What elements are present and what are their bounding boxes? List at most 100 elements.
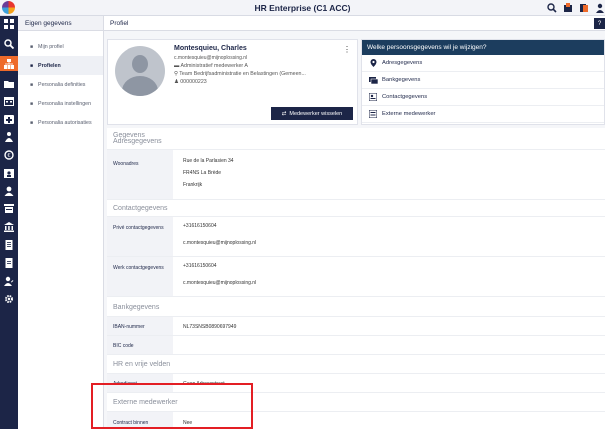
phone-number: +31616150604 [183,262,217,269]
nav-item-label: Personalia instellingen [38,100,92,107]
change-item-label: Contactgegevens [382,94,428,100]
bullet-icon: ■ [30,119,34,126]
address-line: FR4NS La Brède [183,170,222,176]
nav-header: Eigen gegevens [18,16,103,31]
work-contact-label: Werk contactgegevens [107,257,173,296]
bullet-icon: ■ [30,62,34,69]
employee-name: Montesquieu, Charles [174,45,247,52]
highlight-box [91,383,253,429]
nav-item-label: Personalia definities [38,81,86,88]
email-address: c.montesquieu@mijnoplossing.nl [183,239,257,246]
search-icon[interactable] [0,36,18,51]
medical-icon[interactable] [0,111,18,126]
nav-item-mijn-profiel[interactable]: ■ Mijn profiel [18,37,103,56]
briefcase-icon: ▬ [174,63,180,69]
change-item-external[interactable]: Externe medewerker [362,106,604,123]
documents-icon[interactable] [579,2,589,13]
iban-row: IBAN-nummer NL73SNSB0890697949 [107,317,605,336]
address-value: Rue de la Parlasien 34 FR4NS La Brède Fr… [173,150,605,199]
phone-number: +31616150604 [183,222,217,229]
change-item-label: Bankgegevens [382,77,421,83]
contact-card-icon [368,93,378,101]
id-card-icon[interactable] [0,201,18,216]
document-list-icon[interactable] [0,255,18,270]
address-line: Rue de la Parlasien 34 [183,158,234,164]
nav-item-personalia-instellingen[interactable]: ■ Personalia instellingen [18,94,103,113]
swap-icon: ⇄ [281,110,287,117]
calendar-person-icon[interactable] [0,165,18,180]
change-data-panel: Welke persoonsgegevens wil je wijzigen? … [361,39,605,125]
nav-item-label: Personalia autorisaties [38,119,92,126]
search-icon[interactable] [547,2,557,13]
user-edit-icon[interactable] [0,273,18,288]
switch-employee-button[interactable]: ⇄ Medewerker wisselen [271,107,353,120]
work-contact-value: +31616150604 c.montesquieu@mijnoplossing… [173,257,605,296]
address-row: Woonadres Rue de la Parlasien 34 FR4NS L… [107,150,605,200]
svg-text:€: € [7,153,10,159]
top-bar: HR Enterprise (C1 ACC) [0,0,605,16]
person-money-icon[interactable] [0,129,18,144]
location-pin-icon: ⚲ [174,71,178,77]
address-line: Frankrijk [183,182,203,188]
change-item-label: Externe medewerker [382,111,436,117]
document-icon[interactable] [0,237,18,252]
building-icon[interactable] [0,219,18,234]
top-toolbar [547,2,605,13]
employee-number-text: 000000223 [180,79,207,85]
bullet-icon: ■ [30,43,34,50]
nav-item-label: Profielen [38,62,61,69]
change-item-contact[interactable]: Contactgegevens [362,89,604,106]
bullet-icon: ■ [30,81,34,88]
user-icon[interactable] [0,183,18,198]
grid-icon[interactable] [0,16,18,31]
main-content: Profiel ? Montesquieu, Charles ⋮ c.monte… [104,16,605,429]
employee-team-text: Team Bedrijfsadministratie en Belastinge… [179,71,306,77]
private-contact-label: Privé contactgegevens [107,217,173,256]
employee-role-text: Administratief medewerker A [180,63,248,69]
org-chart-icon[interactable] [0,56,18,71]
profile-card: Montesquieu, Charles ⋮ c.montesquieu@mij… [107,39,358,125]
bic-row: BIC code [107,336,605,355]
employee-number: ♟ 000000223 [174,79,207,85]
settings-gear-icon[interactable] [0,291,18,306]
more-options-icon[interactable]: ⋮ [343,45,351,54]
address-section-title: Adresgegevens [107,138,605,150]
bic-label: BIC code [107,336,173,354]
private-contact-row: Privé contactgegevens +31616150604 c.mon… [107,217,605,257]
contact-section-title: Contactgegevens [107,200,605,217]
nav-item-personalia-autorisaties[interactable]: ■ Personalia autorisaties [18,113,103,132]
id-badge-icon [368,110,378,118]
work-contact-row: Werk contactgegevens +31616150604 c.mont… [107,257,605,297]
app-title: HR Enterprise (C1 ACC) [254,3,351,13]
avatar [115,46,165,96]
hr-section-title: HR en vrije velden [107,355,605,374]
employee-role: ▬ Administratief medewerker A [174,63,248,69]
email-address: c.montesquieu@mijnoplossing.nl [183,279,257,286]
bullet-icon: ■ [30,100,34,107]
help-button[interactable]: ? [594,18,605,29]
change-item-address[interactable]: Adresgegevens [362,55,604,72]
change-item-bank[interactable]: Bankgegevens [362,72,604,89]
nav-item-personalia-definities[interactable]: ■ Personalia definities [18,75,103,94]
sub-navigation: Eigen gegevens ■ Mijn profiel ■ Profiele… [18,16,104,429]
icon-rail: € [0,16,18,429]
employee-email: c.montesquieu@mijnoplossing.nl [174,55,248,61]
calendar-icon[interactable] [0,93,18,108]
location-pin-icon [368,59,378,67]
inbox-icon[interactable] [563,2,573,13]
private-contact-value: +31616150604 c.montesquieu@mijnoplossing… [173,217,605,256]
switch-employee-label: Medewerker wisselen [289,110,343,117]
person-icon: ♟ [174,79,179,85]
employee-team: ⚲ Team Bedrijfsadministratie en Belastin… [174,71,306,77]
bic-value [173,336,605,354]
page-title: Profiel [104,16,605,31]
user-menu-icon[interactable] [595,2,605,13]
folder-icon[interactable] [0,76,18,91]
change-item-label: Adresgegevens [382,60,423,66]
iban-label: IBAN-nummer [107,317,173,335]
bank-section-title: Bankgegevens [107,297,605,317]
nav-item-profielen[interactable]: ■ Profielen [18,56,103,75]
nav-item-label: Mijn profiel [38,43,64,50]
iban-value: NL73SNSB0890697949 [183,324,237,330]
clock-money-icon[interactable]: € [0,147,18,162]
